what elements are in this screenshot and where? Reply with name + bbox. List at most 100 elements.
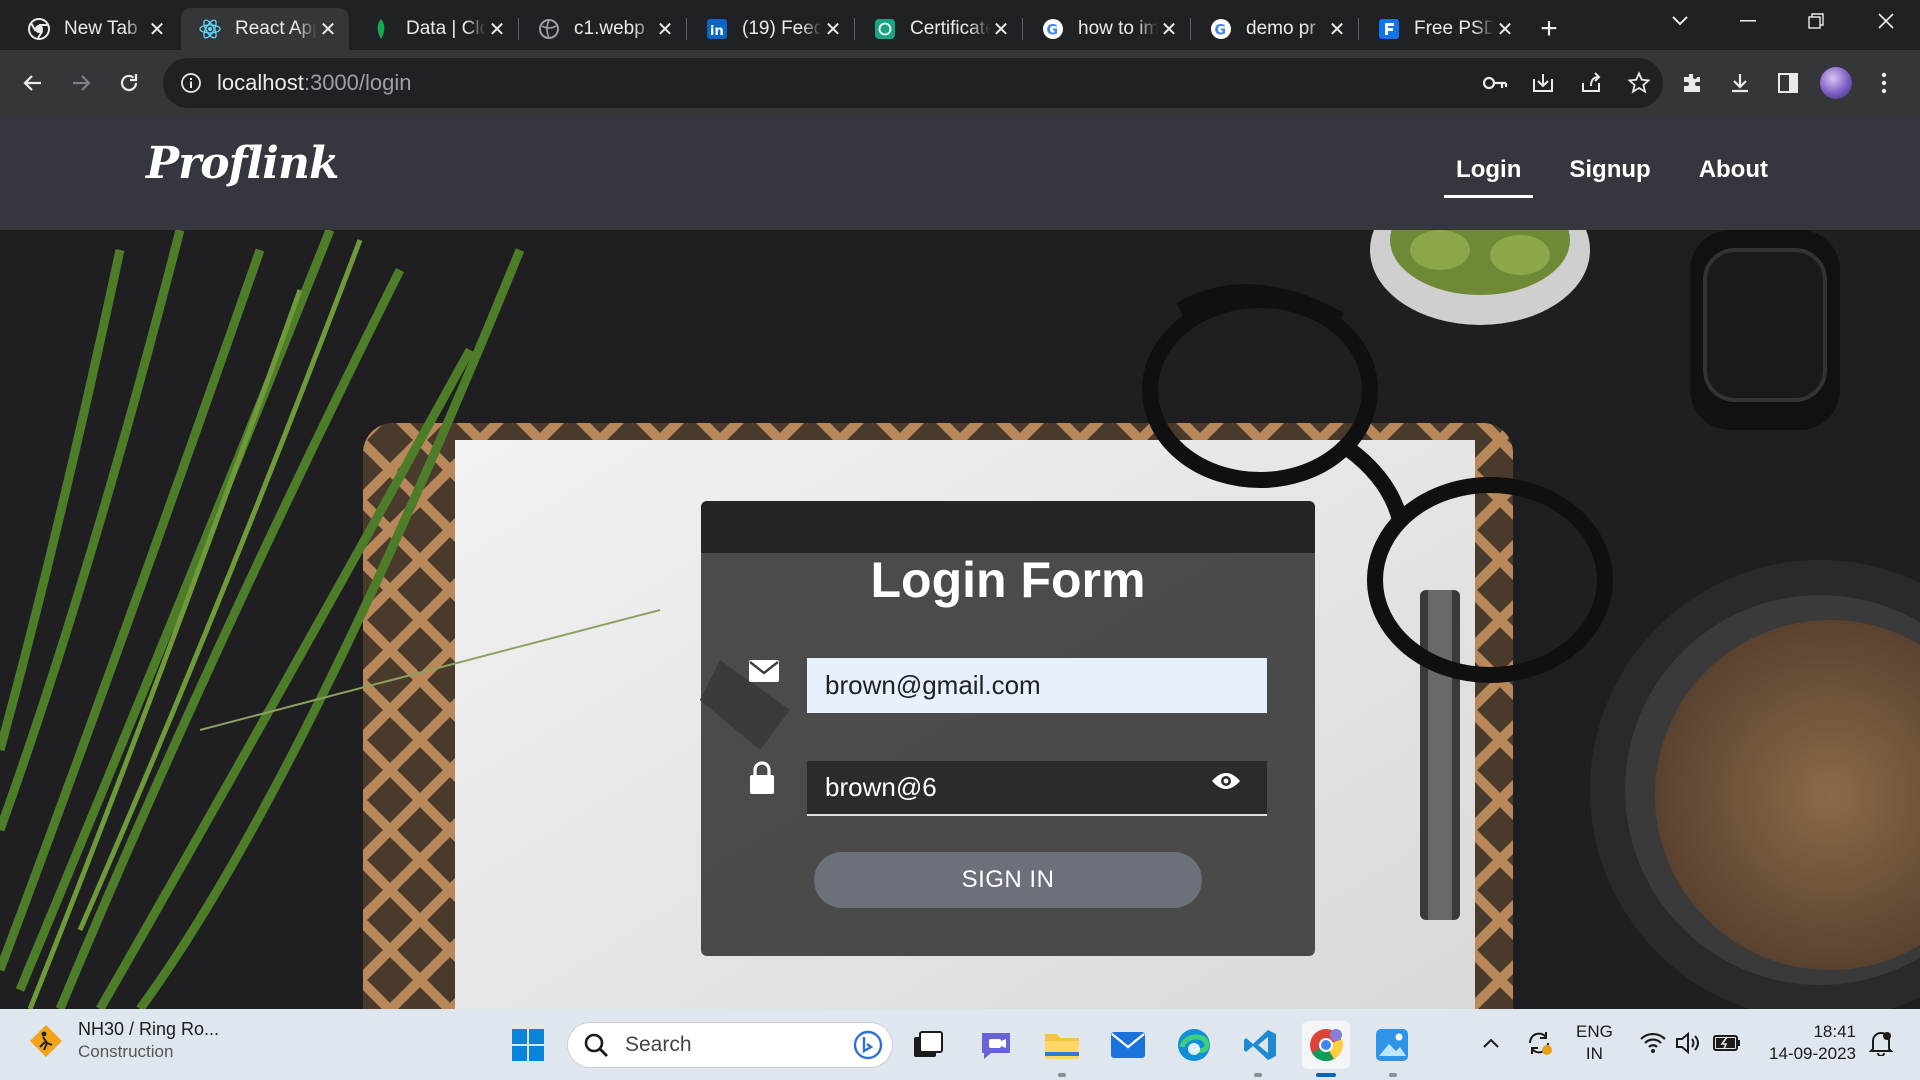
close-icon[interactable]: ✕ — [317, 18, 339, 41]
watch-shape — [1690, 230, 1840, 430]
running-indicator — [1058, 1073, 1066, 1077]
close-icon[interactable]: ✕ — [146, 18, 168, 41]
chrome-taskbar-icon[interactable] — [1302, 1021, 1350, 1069]
downloads-icon[interactable] — [1716, 58, 1764, 108]
clock-time: 18:41 — [1813, 1022, 1856, 1041]
tab-react-app[interactable]: React App ✕ — [181, 8, 349, 50]
install-app-icon[interactable] — [1519, 58, 1567, 108]
google-icon: G — [1042, 18, 1064, 40]
extensions-icon[interactable] — [1668, 58, 1716, 108]
forward-button[interactable] — [61, 63, 101, 103]
show-hidden-icons-chevron[interactable] — [1478, 1019, 1504, 1067]
tab-new-tab[interactable]: New Tab ✕ — [10, 8, 178, 50]
bing-icon — [853, 1030, 883, 1060]
tab-how-to[interactable]: G how to im ✕ — [1024, 8, 1190, 50]
restore-button[interactable] — [1782, 0, 1850, 42]
weather-widget[interactable]: NH30 / Ring Ro... Construction — [28, 1019, 219, 1062]
linkedin-icon: in — [706, 18, 728, 40]
mail-icon[interactable] — [1104, 1021, 1152, 1069]
tab-certificate[interactable]: Certificate ✕ — [856, 8, 1022, 50]
url-text: localhost:3000/login — [217, 70, 412, 96]
close-icon[interactable]: ✕ — [486, 18, 508, 41]
weather-subtitle: Construction — [78, 1042, 174, 1061]
notification-bell-icon[interactable] — [1864, 1019, 1898, 1067]
tab-separator — [518, 18, 519, 40]
tab-title: Free PSD — [1414, 18, 1494, 39]
tab-data-cloud[interactable]: Data | Cloud ✕ — [352, 8, 518, 50]
address-bar[interactable]: localhost:3000/login — [163, 58, 1663, 108]
avatar — [1820, 67, 1852, 99]
close-icon[interactable]: ✕ — [1494, 18, 1516, 41]
search-placeholder: Search — [625, 1033, 692, 1056]
hero-background: Login Form SIGN IN — [0, 230, 1920, 1009]
side-panel-icon[interactable] — [1764, 58, 1812, 108]
photos-icon[interactable] — [1368, 1021, 1416, 1069]
share-icon[interactable] — [1567, 58, 1615, 108]
teams-chat-icon[interactable] — [972, 1021, 1020, 1069]
close-icon[interactable]: ✕ — [990, 18, 1012, 41]
weather-title: NH30 / Ring Ro... — [78, 1019, 220, 1039]
sign-in-button[interactable]: SIGN IN — [814, 852, 1202, 908]
profile-avatar[interactable] — [1812, 58, 1860, 108]
back-button[interactable] — [13, 63, 53, 103]
language-indicator[interactable]: ENG IN — [1576, 1021, 1613, 1065]
freepik-icon — [1378, 18, 1400, 40]
chatgpt-icon — [874, 18, 896, 40]
react-icon — [199, 18, 221, 40]
vscode-icon[interactable] — [1236, 1021, 1284, 1069]
browser-tab-strip: New Tab ✕ React App ✕ Data | Cloud ✕ c1.… — [0, 0, 1920, 50]
tab-search-chevron-icon[interactable] — [1646, 0, 1714, 42]
battery-charging-icon[interactable] — [1710, 1019, 1744, 1067]
tab-title: New Tab — [64, 18, 138, 39]
reload-button[interactable] — [109, 63, 149, 103]
close-icon[interactable]: ✕ — [1326, 18, 1348, 41]
tab-linkedin[interactable]: in (19) Feed ✕ — [688, 8, 854, 50]
volume-icon[interactable] — [1672, 1019, 1706, 1067]
key-icon[interactable] — [1471, 58, 1519, 108]
close-window-button[interactable] — [1852, 0, 1920, 42]
taskbar-search-box[interactable]: Search — [567, 1022, 893, 1068]
wifi-icon[interactable] — [1636, 1019, 1670, 1067]
tab-separator — [1190, 18, 1191, 40]
tab-separator — [854, 18, 855, 40]
email-input[interactable] — [807, 658, 1267, 713]
site-logo[interactable]: Proflink — [146, 138, 339, 189]
form-title: Login Form — [870, 552, 1146, 608]
tab-c1-webp[interactable]: c1.webp ✕ — [520, 8, 686, 50]
sync-icon[interactable] — [1522, 1019, 1556, 1067]
tab-demo[interactable]: G demo pr ✕ — [1192, 8, 1358, 50]
clock-date: 14-09-2023 — [1769, 1044, 1856, 1063]
language-code: ENG — [1576, 1022, 1613, 1041]
card-header-strip — [701, 501, 1315, 553]
minimize-button[interactable] — [1714, 0, 1782, 42]
url-host: localhost — [217, 70, 304, 95]
windows-start-icon[interactable] — [504, 1021, 552, 1069]
svg-text:G: G — [1215, 23, 1227, 39]
svg-text:G: G — [1047, 23, 1059, 39]
task-view-icon[interactable] — [904, 1021, 952, 1069]
nav-login-link[interactable]: Login — [1444, 146, 1534, 198]
show-password-eye-icon[interactable] — [1211, 771, 1247, 807]
tab-free-psd[interactable]: Free PSD ✕ — [1360, 8, 1526, 50]
close-icon[interactable]: ✕ — [654, 18, 676, 41]
tab-title: demo pr — [1246, 18, 1316, 39]
nav-signup-link[interactable]: Signup — [1557, 146, 1662, 198]
close-icon[interactable]: ✕ — [822, 18, 844, 41]
running-indicator — [1389, 1073, 1397, 1077]
edge-browser-icon[interactable] — [1170, 1021, 1218, 1069]
browser-toolbar: localhost:3000/login — [0, 50, 1920, 116]
menu-kebab-icon[interactable] — [1860, 58, 1908, 108]
nav-about-link[interactable]: About — [1687, 146, 1780, 198]
site-navbar: Proflink Login Signup About — [0, 116, 1920, 230]
windows-taskbar: NH30 / Ring Ro... Construction Search EN… — [0, 1009, 1920, 1080]
password-input[interactable] — [807, 761, 1267, 816]
mongodb-leaf-icon — [370, 18, 392, 40]
web-page: Proflink Login Signup About Login Form b… — [0, 116, 1920, 1009]
bookmark-star-icon[interactable] — [1615, 58, 1663, 108]
site-info-icon[interactable] — [179, 71, 203, 95]
tab-title: Data | Cloud — [406, 18, 486, 39]
taskbar-clock[interactable]: 18:41 14-09-2023 — [1750, 1021, 1856, 1065]
new-tab-button[interactable]: + — [1530, 10, 1568, 48]
close-icon[interactable]: ✕ — [1158, 18, 1180, 41]
file-explorer-icon[interactable] — [1038, 1021, 1086, 1069]
